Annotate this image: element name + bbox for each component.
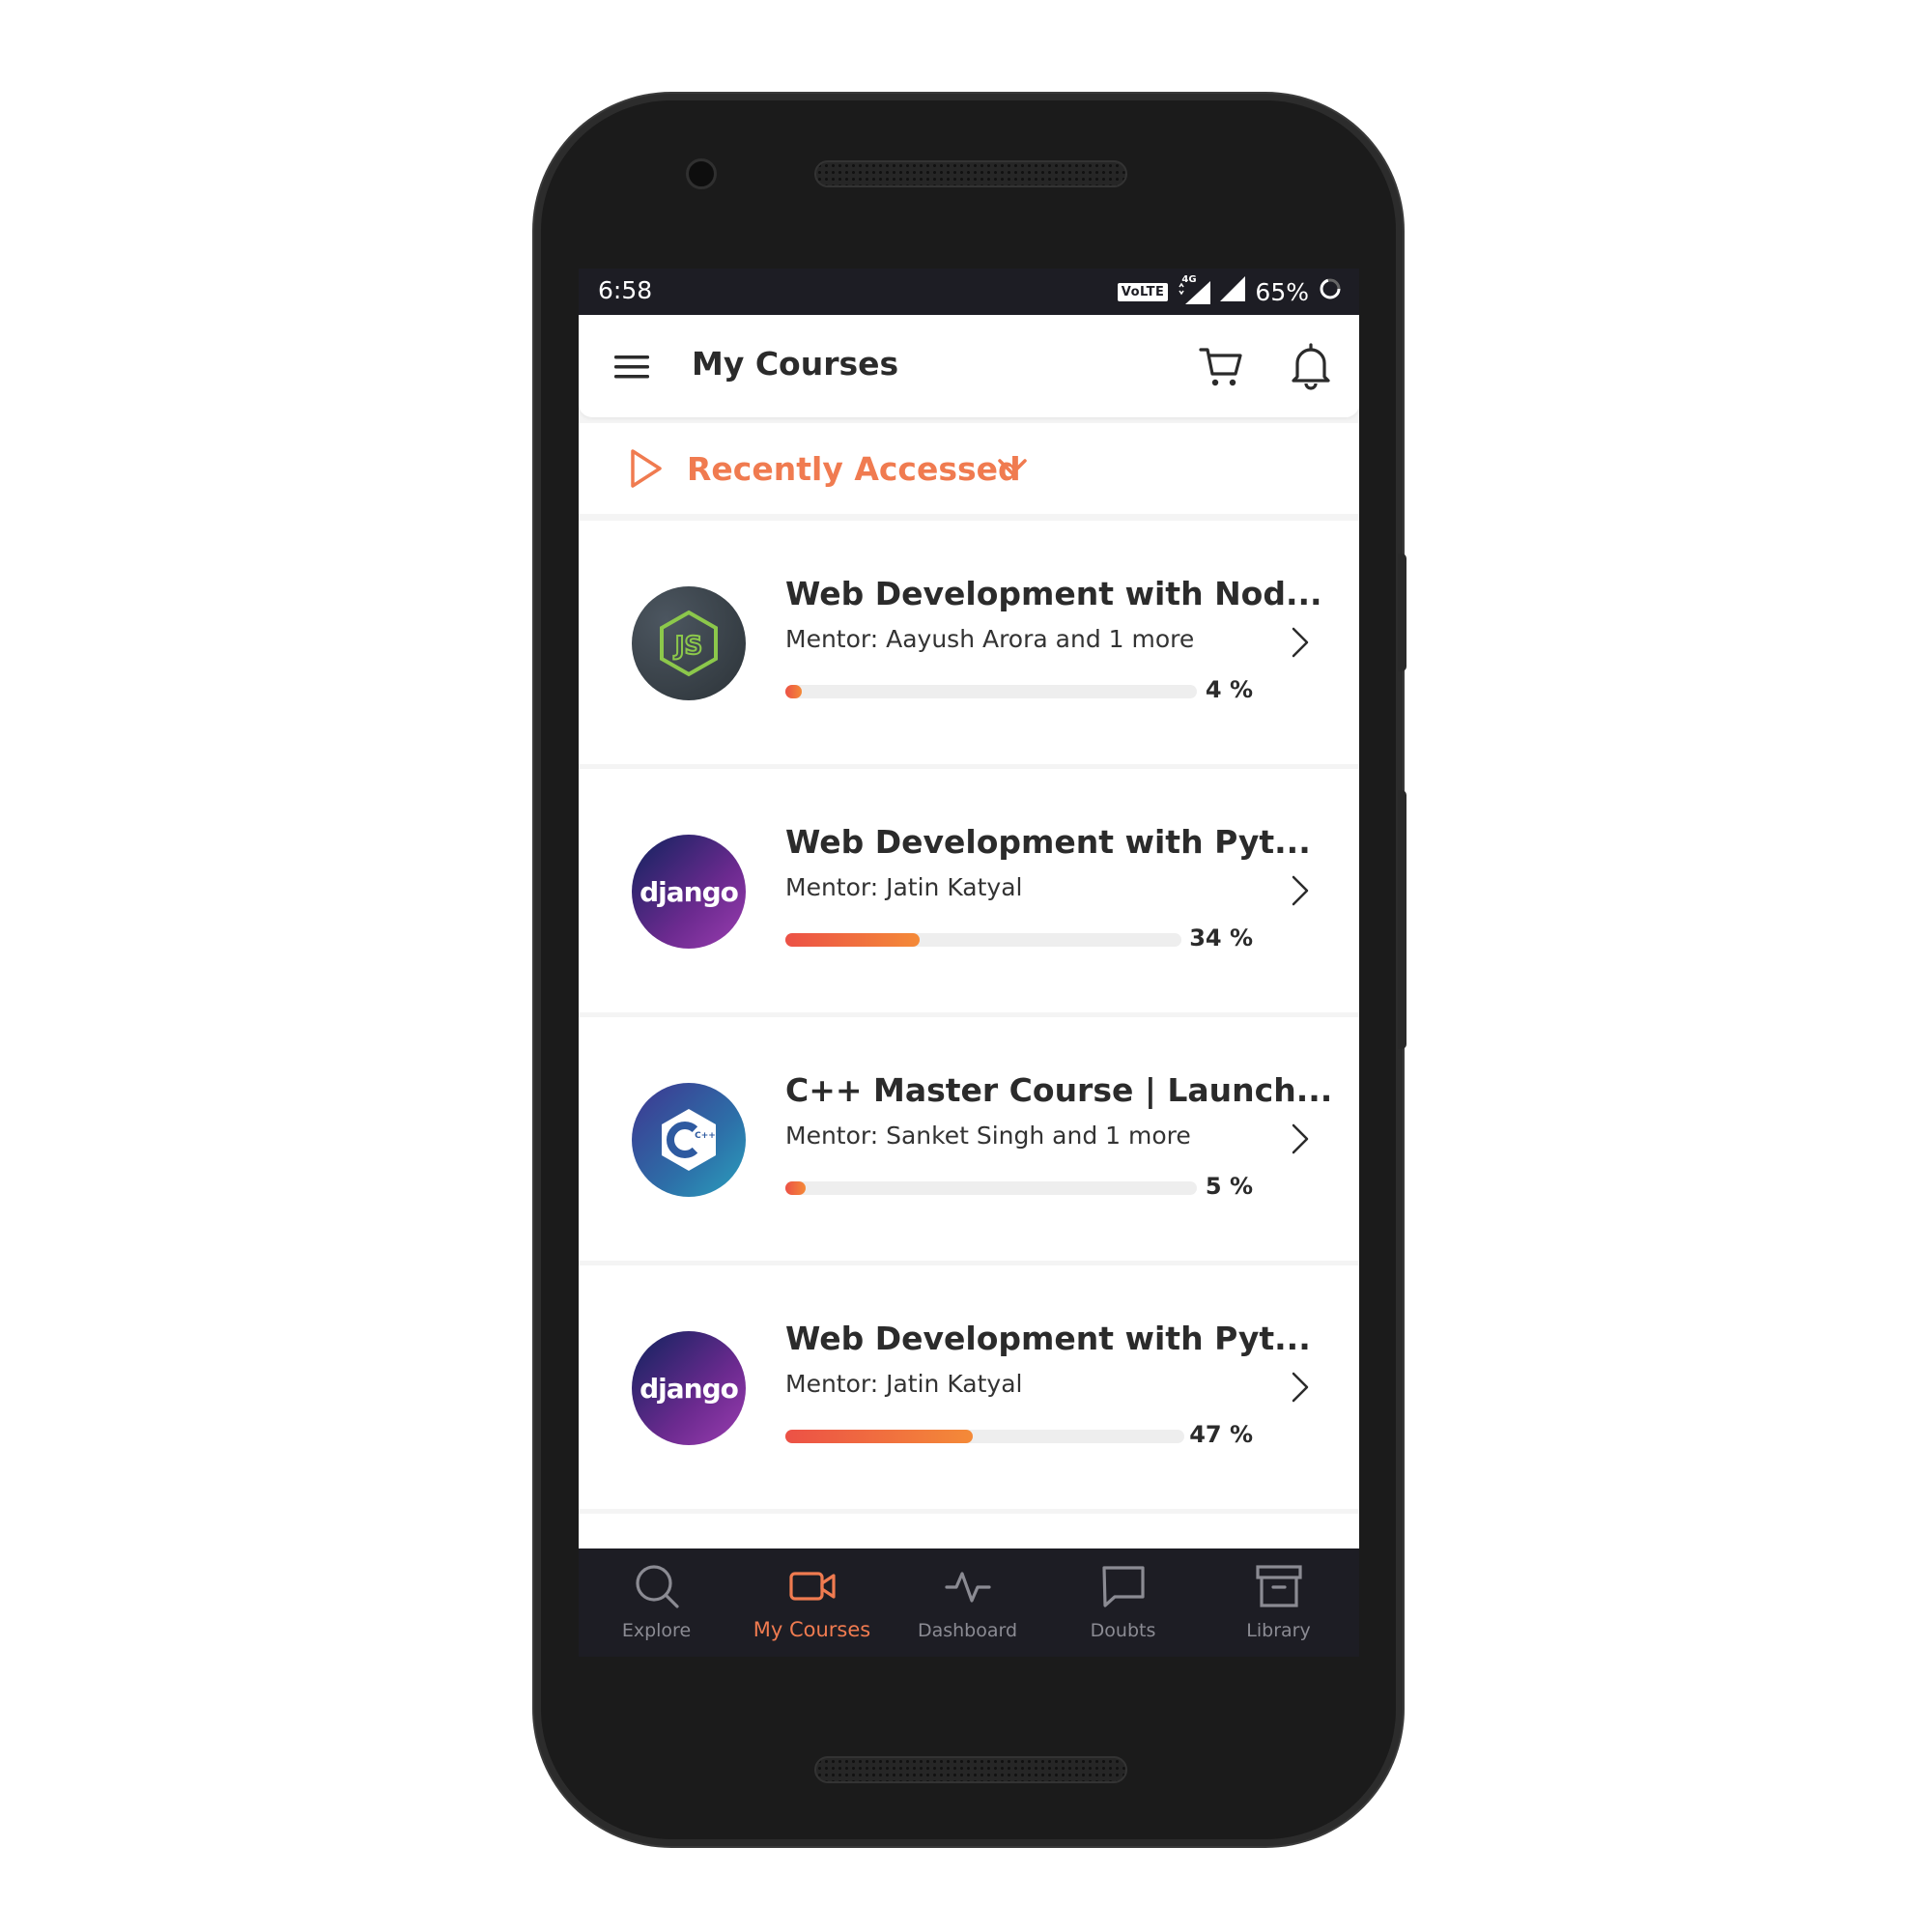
bottom-navigation: Explore My Courses Dashboard Doubts Libr… — [579, 1548, 1359, 1657]
course-card[interactable]: JS Web Development with Nod... Mentor: A… — [579, 521, 1359, 764]
progress-track — [785, 1181, 1197, 1195]
course-title: C++ Master Course | Launch... — [785, 1071, 1333, 1109]
archive-box-icon — [1256, 1565, 1302, 1607]
signal-icon — [1220, 276, 1246, 307]
progress-track — [785, 1430, 1184, 1443]
course-mentor: Mentor: Sanket Singh and 1 more — [785, 1122, 1191, 1150]
network-type-label: 4G — [1181, 274, 1197, 285]
cpp-logo-text: C++ — [695, 1131, 716, 1141]
course-title: Web Development with Nod... — [785, 575, 1322, 612]
chevron-right-icon — [1292, 1123, 1309, 1154]
chevron-right-icon — [1292, 875, 1309, 906]
notification-bell-icon[interactable] — [1289, 342, 1333, 390]
nav-label: My Courses — [753, 1618, 871, 1641]
power-button — [1398, 554, 1406, 671]
volume-button — [1398, 790, 1406, 1049]
django-logo-icon: django — [632, 835, 746, 949]
django-logo-text: django — [639, 1372, 739, 1405]
filter-label: Recently Accessed — [687, 450, 1021, 488]
progress-fill — [785, 933, 921, 947]
course-card[interactable]: C++ C++ Master Course | Launch... Mentor… — [579, 1017, 1359, 1261]
nav-explore[interactable]: Explore — [579, 1548, 734, 1657]
progress-fill — [785, 1181, 807, 1195]
progress-track — [785, 685, 1197, 698]
nav-label: Doubts — [1090, 1620, 1156, 1641]
status-indicators: VoLTE 4G 65% — [1117, 274, 1342, 307]
course-card[interactable]: django Web Development with Pyt... Mento… — [579, 769, 1359, 1012]
course-title: Web Development with Pyt... — [785, 1320, 1311, 1357]
recently-accessed-dropdown[interactable]: Recently Accessed — [579, 423, 1359, 514]
nav-my-courses[interactable]: My Courses — [734, 1548, 890, 1657]
search-icon — [636, 1565, 679, 1608]
nodejs-logo-icon: JS — [632, 586, 746, 700]
cart-icon[interactable] — [1197, 342, 1245, 390]
bottom-speaker — [814, 1756, 1127, 1783]
course-mentor: Mentor: Jatin Katyal — [785, 1370, 1023, 1398]
progress-percent: 34 % — [1189, 924, 1253, 952]
activity-icon — [945, 1572, 991, 1603]
nav-label: Dashboard — [917, 1620, 1018, 1641]
course-mentor: Mentor: Jatin Katyal — [785, 873, 1023, 901]
nav-doubts[interactable]: Doubts — [1045, 1548, 1201, 1657]
top-speaker — [814, 160, 1127, 187]
network-4g-icon: 4G — [1178, 274, 1211, 304]
course-mentor: Mentor: Aayush Arora and 1 more — [785, 625, 1195, 653]
battery-ring-icon — [1319, 277, 1342, 306]
course-card-partial — [579, 1514, 1359, 1552]
course-card[interactable]: django Web Development with Pyt... Mento… — [579, 1265, 1359, 1509]
front-camera — [686, 158, 717, 189]
progress-percent: 47 % — [1189, 1421, 1253, 1448]
page-title: My Courses — [692, 345, 899, 383]
progress-percent: 5 % — [1205, 1173, 1253, 1200]
video-camera-icon — [789, 1572, 836, 1601]
nav-library[interactable]: Library — [1201, 1548, 1356, 1657]
nav-label: Library — [1246, 1620, 1311, 1641]
battery-percent: 65% — [1255, 277, 1309, 306]
hamburger-menu-icon[interactable] — [612, 348, 651, 386]
status-bar: 6:58 VoLTE 4G 65% — [579, 269, 1359, 315]
nav-label: Explore — [621, 1620, 692, 1641]
play-icon — [631, 449, 662, 488]
chevron-right-icon — [1292, 1372, 1309, 1403]
django-logo-text: django — [639, 875, 739, 908]
course-title: Web Development with Pyt... — [785, 823, 1311, 861]
progress-fill — [785, 1430, 974, 1443]
chevron-down-icon — [998, 459, 1027, 475]
cpp-logo-icon: C++ — [632, 1083, 746, 1197]
nav-dashboard[interactable]: Dashboard — [890, 1548, 1045, 1657]
chevron-right-icon — [1292, 627, 1309, 658]
chat-bubble-icon — [1102, 1566, 1145, 1607]
progress-fill — [785, 685, 803, 698]
volte-badge: VoLTE — [1117, 282, 1169, 301]
js-logo-text: JS — [673, 632, 702, 661]
app-screen: 6:58 VoLTE 4G 65% My Courses Recently Ac… — [579, 269, 1359, 1657]
status-time: 6:58 — [598, 276, 653, 304]
progress-percent: 4 % — [1205, 676, 1253, 703]
app-bar: My Courses — [579, 315, 1359, 417]
django-logo-icon: django — [632, 1331, 746, 1445]
progress-track — [785, 933, 1181, 947]
